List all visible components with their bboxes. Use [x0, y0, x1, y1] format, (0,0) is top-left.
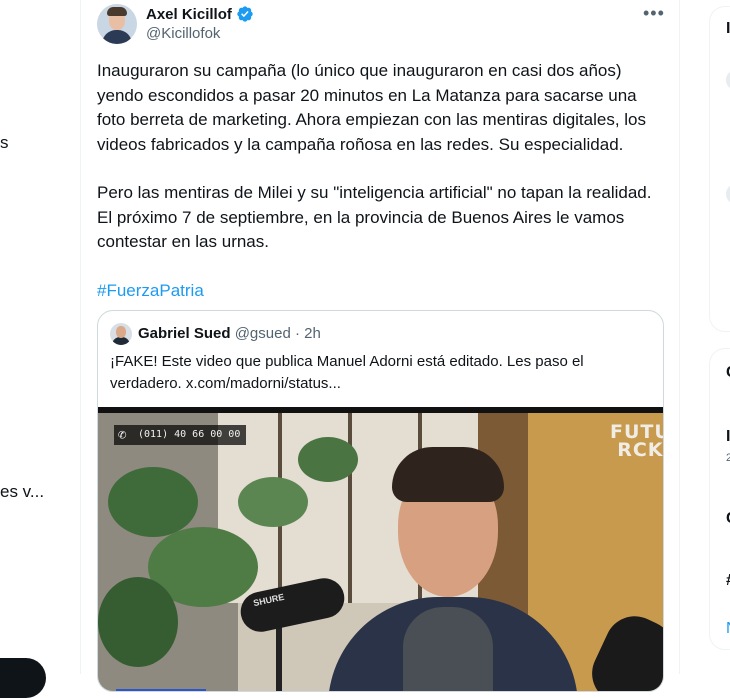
verified-badge-icon: [237, 6, 253, 22]
phone-icon: ✆: [118, 427, 127, 443]
right-sidebar: I C I 2 C # N: [709, 0, 730, 674]
channel-logo: FUTU RCK: [610, 423, 663, 461]
right-fragment[interactable]: I: [726, 428, 730, 446]
right-fragment[interactable]: C: [726, 510, 730, 528]
hashtag-link[interactable]: #FuerzaPatria: [97, 281, 204, 300]
quoted-tweet[interactable]: Gabriel Sued @gsued · 2h ¡FAKE! Este vid…: [97, 310, 664, 692]
quote-author-handle[interactable]: @gsued: [235, 325, 291, 342]
right-fragment[interactable]: #: [726, 572, 730, 590]
left-nav-fragment[interactable]: s: [0, 133, 9, 153]
tweet[interactable]: Axel Kicillof @Kicillofok ••• Inauguraro…: [81, 0, 679, 692]
tweet-paragraph: Inauguraron su campaña (lo único que ina…: [97, 61, 647, 154]
phone-number: (011) 40 66 00 00: [138, 429, 241, 440]
right-card: [709, 348, 730, 650]
author-name-row: Axel Kicillof: [146, 5, 254, 23]
left-sidebar: s es v...: [0, 0, 80, 698]
author-handle[interactable]: @Kicillofok: [146, 25, 220, 42]
left-nav-fragment[interactable]: es v...: [0, 482, 44, 502]
author-avatar[interactable]: [97, 4, 137, 44]
quote-author-name[interactable]: Gabriel Sued: [138, 325, 231, 342]
quote-author-avatar[interactable]: [110, 323, 132, 345]
quote-separator: ·: [294, 325, 300, 342]
channel-logo-line: RCK: [617, 439, 663, 461]
right-fragment[interactable]: C: [726, 364, 730, 382]
right-card: [709, 6, 730, 332]
quote-video-thumbnail[interactable]: SHURE ✆ (011) 40 66 00 00 FUTU RCK: [98, 407, 663, 691]
right-fragment[interactable]: N: [726, 620, 730, 638]
column-divider: [679, 0, 680, 674]
quote-timestamp[interactable]: 2h: [304, 325, 321, 342]
right-fragment[interactable]: I: [726, 20, 730, 38]
right-fragment: 2: [726, 452, 730, 464]
tweet-paragraph: Pero las mentiras de Milei y su "intelig…: [97, 183, 652, 251]
tweet-text: Inauguraron su campaña (lo único que ina…: [97, 59, 667, 303]
more-options-icon[interactable]: •••: [643, 4, 667, 24]
quote-header: Gabriel Sued @gsued · 2h: [138, 325, 321, 342]
post-button[interactable]: [0, 658, 46, 698]
quote-text: ¡FAKE! Este video que publica Manuel Ado…: [110, 353, 584, 392]
author-name[interactable]: Axel Kicillof: [146, 6, 232, 23]
phone-overlay: ✆ (011) 40 66 00 00: [114, 425, 247, 445]
